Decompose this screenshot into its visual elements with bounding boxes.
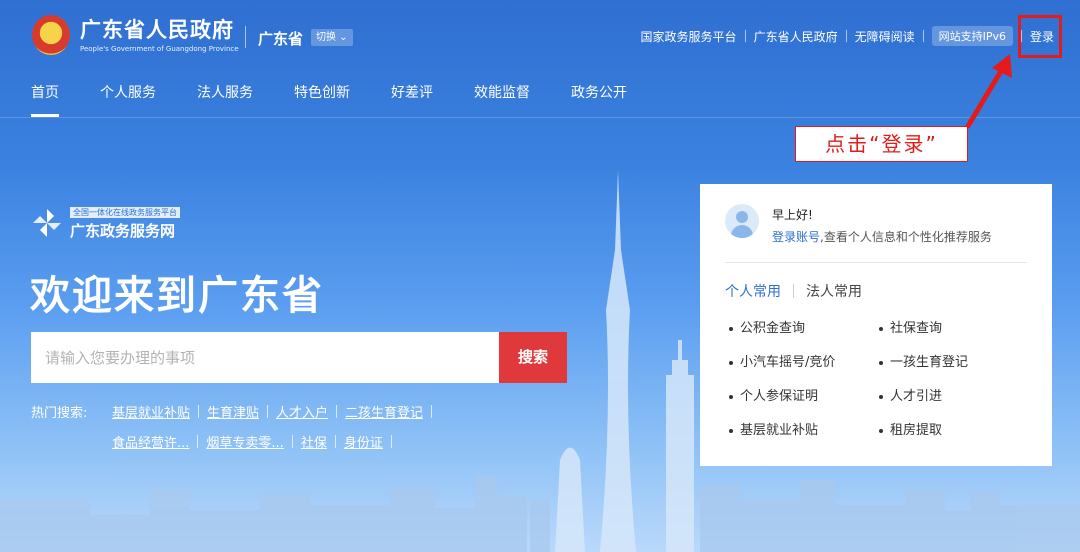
bullet-icon	[879, 326, 883, 331]
hot-search-link[interactable]: 二孩生育登记	[339, 402, 429, 421]
hot-separator	[291, 435, 293, 448]
service-label: 个人参保证明	[740, 389, 819, 404]
link-province-government[interactable]: 广东省人民政府	[746, 28, 846, 45]
bullet-icon	[729, 360, 733, 365]
hot-separator	[390, 435, 392, 448]
hot-search-row: 基层就业补贴 生育津贴 人才入户 二孩生育登记	[106, 402, 434, 421]
service-label: 小汽车摇号/竞价	[740, 355, 836, 370]
avatar-head	[736, 211, 748, 223]
hot-separator	[198, 405, 200, 418]
ipv6-badge: 网站支持IPv6	[931, 26, 1013, 46]
service-item[interactable]: 基层就业补贴	[729, 419, 818, 438]
search-input[interactable]	[31, 332, 499, 383]
nav-item-personal[interactable]: 个人服务	[100, 82, 156, 102]
hot-separator	[267, 405, 269, 418]
service-label: 公积金查询	[740, 321, 806, 336]
portal-pinwheel-icon	[33, 209, 61, 237]
hot-search-row: 食品经营许... 烟草专卖零... 社保 身份证	[106, 432, 394, 451]
bullet-icon	[879, 428, 883, 433]
nav-item-affairs[interactable]: 政务公开	[571, 82, 627, 102]
welcome-heading: 欢迎来到广东省	[30, 273, 324, 319]
hot-search-label: 热门搜索:	[31, 406, 88, 421]
service-item[interactable]: 租房提取	[879, 419, 942, 438]
service-item[interactable]: 一孩生育登记	[879, 351, 968, 370]
link-accessibility[interactable]: 无障碍阅读	[847, 28, 923, 45]
portal-name: 广东政务服务网	[70, 222, 176, 240]
panel-tabs: 个人常用 法人常用	[725, 281, 862, 301]
service-label: 一孩生育登记	[890, 355, 969, 370]
avatar-body	[731, 225, 753, 238]
nav-item-supervision[interactable]: 效能监督	[474, 82, 530, 102]
annotation-arrow-icon	[965, 54, 1012, 129]
nav-divider	[0, 117, 1080, 118]
tab-legal-common[interactable]: 法人常用	[806, 281, 862, 301]
site-subtitle: People's Government of Guangdong Provinc…	[80, 45, 239, 53]
nav-item-legal[interactable]: 法人服务	[197, 82, 253, 102]
service-label: 租房提取	[890, 423, 943, 438]
service-item[interactable]: 小汽车摇号/竞价	[729, 351, 835, 370]
greeting-desc: 登录账号,查看个人信息和个性化推荐服务	[772, 228, 992, 245]
hot-search-link[interactable]: 身份证	[338, 432, 389, 451]
service-item[interactable]: 个人参保证明	[729, 385, 818, 404]
hot-search-link[interactable]: 人才入户	[270, 402, 334, 421]
bullet-icon	[879, 360, 883, 365]
bullet-icon	[729, 326, 733, 331]
service-label: 社保查询	[890, 321, 943, 336]
hot-separator	[197, 435, 199, 448]
national-emblem-logo	[32, 15, 70, 55]
tab-separator	[793, 284, 794, 298]
service-label: 人才引进	[890, 389, 943, 404]
top-links: 国家政务服务平台 广东省人民政府 无障碍阅读 网站支持IPv6 登录	[633, 26, 1062, 46]
login-highlight-box	[1018, 15, 1062, 58]
tab-personal-common[interactable]: 个人常用	[725, 281, 781, 301]
hot-search-link[interactable]: 烟草专卖零...	[200, 432, 289, 451]
link-national-platform[interactable]: 国家政务服务平台	[633, 28, 745, 45]
login-account-link[interactable]: 登录账号	[772, 230, 820, 244]
bullet-icon	[729, 394, 733, 399]
nav-item-innovation[interactable]: 特色创新	[294, 82, 350, 102]
chevron-down-icon: ⌄	[336, 32, 348, 43]
nav-item-home[interactable]: 首页	[31, 82, 59, 102]
panel-divider	[725, 262, 1027, 263]
hot-search-link[interactable]: 基层就业补贴	[106, 402, 196, 421]
greeting-text: 早上好!	[772, 208, 813, 222]
service-item[interactable]: 社保查询	[879, 317, 942, 336]
current-region: 广东省	[258, 30, 304, 48]
user-panel: 早上好! 登录账号,查看个人信息和个性化推荐服务 个人常用 法人常用 公积金查询…	[700, 184, 1052, 466]
bullet-icon	[879, 394, 883, 399]
header-divider	[245, 26, 246, 48]
hot-separator	[334, 435, 336, 448]
bullet-icon	[729, 428, 733, 433]
region-switch-button[interactable]: 切换 ⌄	[311, 29, 353, 46]
avatar[interactable]	[725, 204, 759, 238]
hot-search-link[interactable]: 食品经营许...	[106, 432, 195, 451]
search-button[interactable]: 搜索	[499, 332, 567, 383]
service-item[interactable]: 人才引进	[879, 385, 942, 404]
greeting-desc-text: ,查看个人信息和个性化推荐服务	[820, 230, 992, 244]
annotation-callout: 点击“登录”	[795, 126, 968, 162]
portal-tag: 全国一体化在线政务服务平台	[70, 207, 180, 218]
hot-search-link[interactable]: 社保	[295, 432, 333, 451]
hot-search-link[interactable]: 生育津贴	[201, 402, 265, 421]
site-title: 广东省人民政府	[80, 18, 234, 42]
link-separator	[922, 30, 924, 42]
service-item[interactable]: 公积金查询	[729, 317, 805, 336]
hot-separator	[431, 405, 433, 418]
service-label: 基层就业补贴	[740, 423, 819, 438]
nav-item-rating[interactable]: 好差评	[391, 82, 433, 102]
hot-separator	[336, 405, 338, 418]
region-switch-label: 切换	[316, 32, 336, 43]
